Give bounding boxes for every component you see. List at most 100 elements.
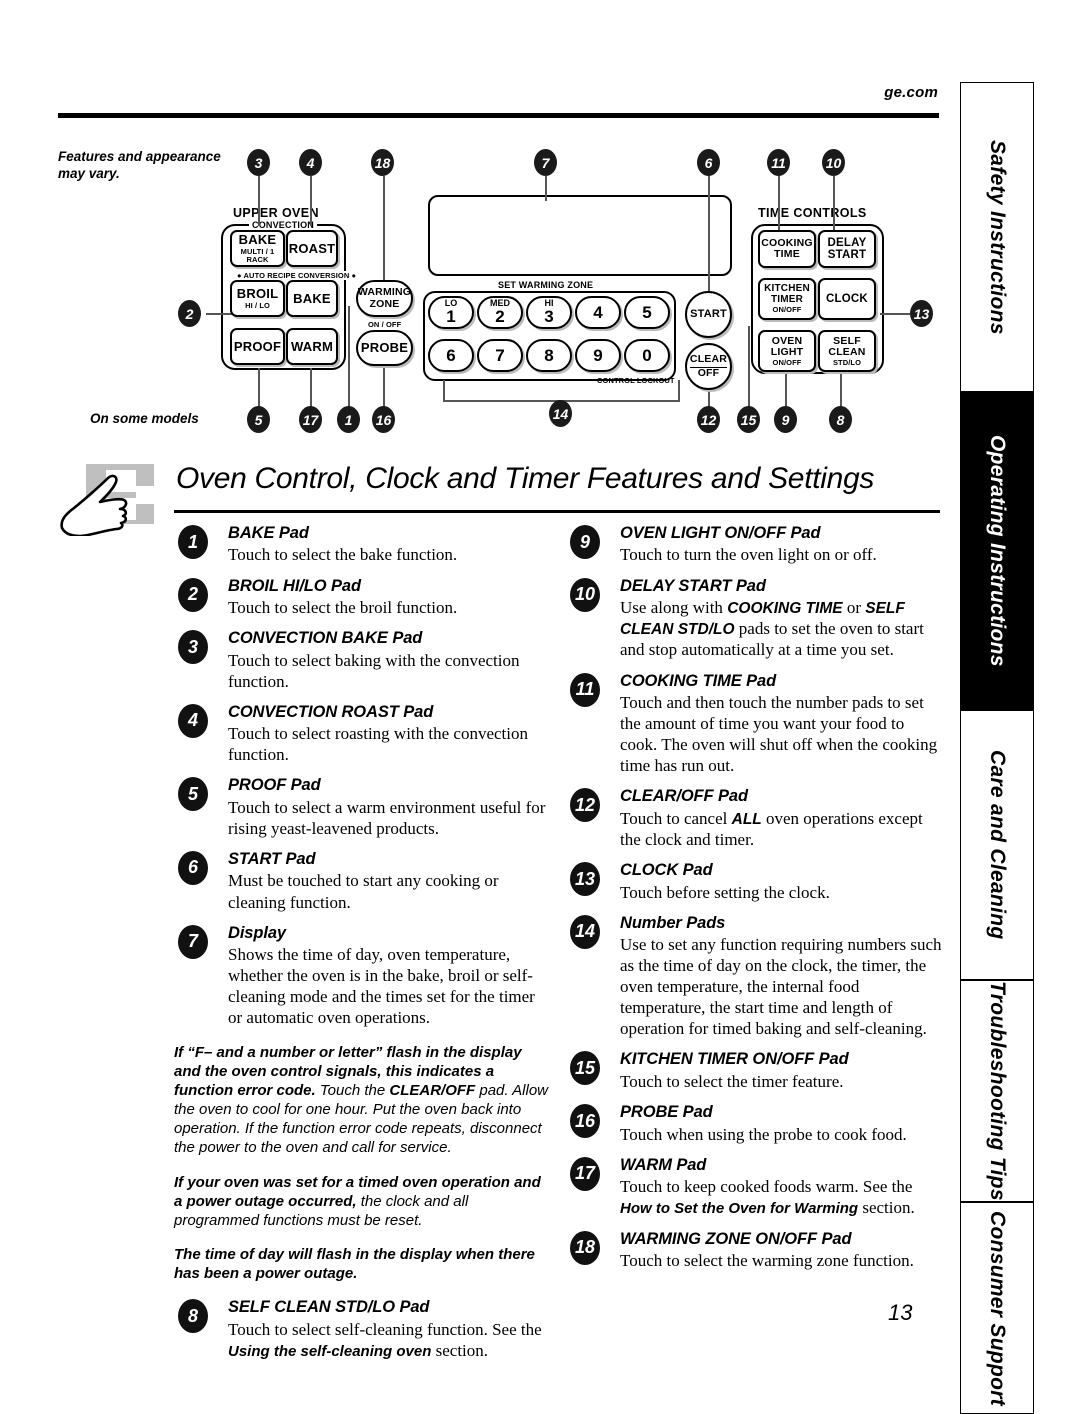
note-error-code: If “F– and a number or letter” flash in … (174, 1044, 552, 1157)
number-key-3[interactable]: HI 3 (526, 296, 572, 329)
sidebar-tab-label: Consumer Support (986, 1210, 1009, 1406)
number-key-8[interactable]: 8 (526, 339, 572, 372)
callout-15: 15 (737, 406, 760, 433)
item-body: Touch and then touch the number pads to … (620, 693, 938, 776)
number-key-6[interactable]: 6 (428, 339, 474, 372)
auto-recipe-conversion-label: ● AUTO RECIPE CONVERSION ● (235, 271, 359, 280)
list-item: 11 COOKING TIME Pad Touch and then touch… (566, 672, 944, 777)
list-item: 9 OVEN LIGHT ON/OFF Pad Touch to turn th… (566, 524, 944, 566)
key-label-line1: WARMING (357, 286, 412, 299)
number-key-5[interactable]: 5 (624, 296, 670, 329)
number-key-4[interactable]: 4 (575, 296, 621, 329)
item-title: PROOF Pad (228, 776, 321, 795)
key-label-line2: START (827, 249, 867, 261)
item-body-part2: section. (431, 1340, 489, 1360)
item-body-part2: or (842, 598, 866, 618)
upper-oven-label: UPPER OVEN (233, 206, 319, 220)
list-item: 14 Number Pads Use to set any function r… (566, 914, 944, 1040)
number-key-2[interactable]: MED 2 (477, 296, 523, 329)
callout-18: 18 (371, 149, 394, 176)
number-key-0[interactable]: 0 (624, 339, 670, 372)
kitchen-timer-on-off-key[interactable]: KITCHEN TIMER ON/OFF (758, 278, 816, 320)
key-label-number: 2 (495, 307, 505, 327)
header-rule (58, 113, 939, 118)
item-title: COOKING TIME Pad (620, 671, 777, 690)
note-emph-clear-off: CLEAR/OFF (389, 1082, 476, 1100)
start-key[interactable]: START (685, 291, 732, 338)
list-item: 1 BAKE Pad Touch to select the bake func… (174, 524, 552, 566)
cooking-time-key[interactable]: COOKING TIME (758, 230, 816, 268)
item-body: Touch to select self-cleaning function. … (228, 1319, 552, 1362)
leader-line-3 (258, 176, 260, 226)
key-label-number: 8 (544, 345, 554, 365)
sidebar-tab-consumer-support[interactable]: Consumer Support (960, 1202, 1034, 1414)
sidebar-tab-safety-instructions[interactable]: Safety Instructions (960, 82, 1034, 392)
key-label-line3: ON/OFF (772, 305, 802, 315)
key-label-line2: TIME (774, 248, 800, 260)
key-label-line1: KITCHEN (764, 283, 810, 295)
number-key-1[interactable]: LO 1 (428, 296, 474, 329)
delay-start-key[interactable]: DELAY START (818, 230, 876, 268)
item-body-emph-warming-section: How to Set the Oven for Warming (620, 1200, 859, 1218)
control-panel-diagram: Features and appearance may vary. On som… (58, 128, 948, 446)
self-clean-std-lo-key[interactable]: SELF CLEAN STD/LO (818, 330, 876, 372)
key-label-line1: PROOF (233, 338, 282, 354)
callout-bullet: 3 (178, 630, 208, 665)
proof-key[interactable]: PROOF (230, 328, 285, 365)
warming-zone-on-off-label: ON / OFF (368, 320, 402, 329)
key-label-line2: HI / LO (245, 300, 270, 310)
item-title: DELAY START Pad (620, 576, 766, 595)
bake-key[interactable]: BAKE (286, 280, 338, 317)
sidebar-tab-operating-instructions[interactable]: Operating Instructions (960, 392, 1034, 710)
oven-light-on-off-key[interactable]: OVEN LIGHT ON/OFF (758, 330, 816, 372)
number-key-9[interactable]: 9 (575, 339, 621, 372)
item-body: Touch to select roasting with the convec… (228, 724, 529, 765)
page-title-block: Oven Control, Clock and Timer Features a… (58, 462, 942, 536)
item-body: Touch to keep cooked foods warm. See the… (620, 1176, 944, 1219)
callout-bullet: 18 (570, 1230, 600, 1265)
key-label-line2: LIGHT (770, 345, 804, 358)
broil-hi-lo-key[interactable]: BROIL HI / LO (230, 280, 285, 317)
clock-key[interactable]: CLOCK (818, 278, 876, 320)
list-item: 7 Display Shows the time of day, oven te… (174, 924, 552, 1029)
callout-bullet: 7 (178, 924, 208, 959)
features-vary-note: Features and appearance may vary. (58, 149, 221, 182)
item-title: Number Pads (620, 913, 726, 932)
callout-10: 10 (822, 149, 845, 176)
page-title: Oven Control, Clock and Timer Features a… (176, 462, 875, 495)
list-item: 10 DELAY START Pad Use along with COOKIN… (566, 577, 944, 661)
list-item: 17 WARM Pad Touch to keep cooked foods w… (566, 1156, 944, 1219)
list-item: 4 CONVECTION ROAST Pad Touch to select r… (174, 703, 552, 766)
sidebar-tab-care-and-cleaning[interactable]: Care and Cleaning (960, 710, 1034, 980)
number-key-7[interactable]: 7 (477, 339, 523, 372)
sidebar-tab-troubleshooting-tips[interactable]: Troubleshooting Tips (960, 980, 1034, 1202)
item-body: Touch to select the broil function. (228, 598, 458, 618)
callout-bullet: 16 (570, 1104, 600, 1139)
convection-bake-key[interactable]: BAKE MULTI / 1 RACK (230, 230, 285, 267)
callout-16: 16 (372, 406, 395, 433)
leader-line-15 (748, 326, 750, 410)
sidebar-tab-label: Safety Instructions (986, 139, 1009, 335)
probe-key[interactable]: PROBE (356, 330, 413, 366)
item-body: Touch to select baking with the convecti… (228, 650, 520, 691)
callout-1: 1 (337, 406, 360, 433)
key-label-number: 3 (544, 307, 554, 327)
warming-zone-key[interactable]: WARMING ZONE (356, 280, 413, 317)
callout-bullet: 9 (570, 525, 600, 559)
key-label-line1: PROBE (360, 340, 409, 356)
page-number: 13 (888, 1300, 913, 1325)
leader-line-11 (778, 176, 780, 238)
key-label-line1: SELF (833, 334, 861, 347)
key-label-number: 5 (642, 302, 652, 322)
leader-line-17 (310, 368, 312, 410)
callout-bullet: 6 (178, 850, 208, 885)
convection-roast-key[interactable]: ROAST (286, 230, 338, 267)
time-controls-label: TIME CONTROLS (758, 206, 867, 220)
clear-off-key[interactable]: CLEAR OFF (685, 343, 732, 390)
key-label-line1: BROIL (236, 286, 279, 302)
right-content-column: 9 OVEN LIGHT ON/OFF Pad Touch to turn th… (566, 524, 944, 1282)
key-label-line1: START (690, 307, 727, 320)
item-body: Touch to select the bake function. (228, 545, 458, 565)
warm-key[interactable]: WARM (286, 328, 338, 365)
callout-bullet: 11 (570, 672, 600, 707)
